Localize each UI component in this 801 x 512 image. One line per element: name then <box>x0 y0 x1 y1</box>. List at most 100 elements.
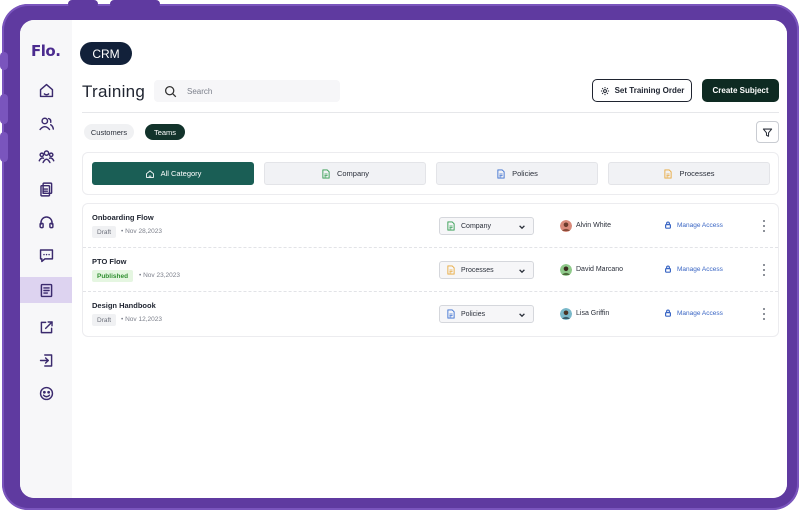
table-row[interactable]: Design Handbook Draft • Nov 12,2023 Poli… <box>83 292 778 336</box>
table-row[interactable]: PTO Flow Published • Nov 23,2023 Process… <box>83 248 778 292</box>
document-icon <box>447 309 455 319</box>
team-icon <box>38 149 54 163</box>
gear-icon <box>600 86 609 95</box>
tab-teams[interactable]: Teams <box>145 124 185 140</box>
status-badge: Published <box>92 270 134 282</box>
category-all-label: All Category <box>160 169 202 178</box>
sidebar-item-training[interactable] <box>20 277 72 303</box>
header-divider <box>82 112 779 113</box>
sidebar-item-home[interactable] <box>20 77 72 103</box>
sidebar-item-messages[interactable] <box>20 242 72 268</box>
search-input[interactable] <box>187 86 327 96</box>
flow-list: Onboarding Flow Draft • Nov 28,2023 Comp… <box>82 203 779 337</box>
login-icon <box>39 353 52 367</box>
users-icon <box>38 117 54 130</box>
sidebar-item-share[interactable] <box>20 314 72 340</box>
manage-access-link[interactable]: Manage Access <box>664 309 723 317</box>
owner-name: Alvin White <box>576 222 612 229</box>
document-icon <box>447 265 455 275</box>
owner-name: Lisa Griffin <box>576 310 610 317</box>
category-select-value: Policies <box>461 310 486 318</box>
category-company-label: Company <box>336 169 370 178</box>
sidebar-item-login[interactable] <box>20 347 72 373</box>
chevron-down-icon <box>519 313 525 318</box>
sidebar-item-support[interactable] <box>20 209 72 235</box>
flow-date-value: Nov 28,2023 <box>125 228 162 235</box>
manage-access-link[interactable]: Manage Access <box>664 221 723 229</box>
training-icon <box>40 283 52 297</box>
category-company[interactable]: Company <box>264 162 426 185</box>
app-screen: Flo. CRM Training Search Set Training Or… <box>20 20 787 498</box>
headset-icon <box>38 215 54 228</box>
more-options-icon[interactable] <box>759 306 769 322</box>
flow-date-value: Nov 23,2023 <box>143 272 180 279</box>
lock-icon <box>665 265 671 273</box>
category-select[interactable]: Policies <box>439 305 534 323</box>
category-select[interactable]: Processes <box>439 261 534 279</box>
manage-access-link[interactable]: Manage Access <box>664 265 723 273</box>
frame-side-button <box>0 132 8 162</box>
page-title: Training <box>82 82 146 101</box>
chevron-down-icon <box>519 269 525 274</box>
tab-customers[interactable]: Customers <box>84 124 134 140</box>
owner-name: David Marcano <box>576 266 624 273</box>
search-icon <box>164 85 177 97</box>
frame-top-button <box>110 0 160 8</box>
avatar <box>560 308 572 320</box>
table-row[interactable]: Onboarding Flow Draft • Nov 28,2023 Comp… <box>83 204 778 248</box>
manage-access-label: Manage Access <box>677 221 723 229</box>
flow-name[interactable]: Design Handbook <box>92 301 156 310</box>
crm-section-pill[interactable]: CRM <box>80 42 132 65</box>
document-icon <box>497 169 505 178</box>
chat-icon <box>39 248 53 262</box>
documents-icon <box>39 181 52 197</box>
home-icon <box>145 169 154 178</box>
create-subject-button[interactable]: Create Subject <box>702 79 779 102</box>
category-select-value: Processes <box>461 266 494 274</box>
more-options-icon[interactable] <box>759 262 769 278</box>
category-all[interactable]: All Category <box>92 162 254 185</box>
filter-icon <box>762 128 773 137</box>
category-bar: All Category Company Policies Processes <box>82 152 779 195</box>
frame-side-button <box>0 94 8 124</box>
document-icon <box>664 169 673 178</box>
flow-name[interactable]: Onboarding Flow <box>92 213 154 222</box>
lock-icon <box>665 221 671 229</box>
sidebar-item-team[interactable] <box>20 143 72 169</box>
status-badge: Draft <box>92 226 117 238</box>
manage-access-label: Manage Access <box>677 265 723 273</box>
sidebar-item-community[interactable] <box>20 380 72 406</box>
home-icon <box>39 83 53 97</box>
manage-access-label: Manage Access <box>677 309 723 317</box>
category-select[interactable]: Company <box>439 217 534 235</box>
status-badge: Draft <box>92 314 117 326</box>
sidebar-item-users[interactable] <box>20 110 72 136</box>
category-processes[interactable]: Processes <box>608 162 770 185</box>
category-select-value: Company <box>461 222 491 230</box>
app-logo[interactable]: Flo. <box>31 42 61 60</box>
sidebar-item-documents[interactable] <box>20 176 72 202</box>
avatar <box>560 220 572 232</box>
main-panel: CRM Training Set Training Order Create S… <box>72 20 787 498</box>
category-policies[interactable]: Policies <box>436 162 598 185</box>
flow-name[interactable]: PTO Flow <box>92 257 126 266</box>
set-training-order-label: Set Training Order <box>614 86 685 95</box>
more-options-icon[interactable] <box>759 218 769 234</box>
external-link-icon <box>40 320 53 333</box>
search-bar[interactable] <box>154 80 340 102</box>
flow-date: • Nov 12,2023 <box>121 316 162 323</box>
frame-top-button <box>68 0 98 8</box>
avatar <box>560 264 572 276</box>
lock-icon <box>665 309 671 317</box>
chevron-down-icon <box>519 225 525 230</box>
frame-side-button <box>0 52 8 70</box>
emoji-icon <box>39 386 53 400</box>
set-training-order-button[interactable]: Set Training Order <box>592 79 692 102</box>
device-frame: Flo. CRM Training Search Set Training Or… <box>0 0 799 510</box>
flow-date: • Nov 23,2023 <box>139 272 180 279</box>
document-icon <box>447 221 455 231</box>
sidebar: Flo. <box>20 20 72 498</box>
flow-date: • Nov 28,2023 <box>121 228 162 235</box>
document-icon <box>322 169 330 178</box>
filter-button[interactable] <box>756 121 779 143</box>
